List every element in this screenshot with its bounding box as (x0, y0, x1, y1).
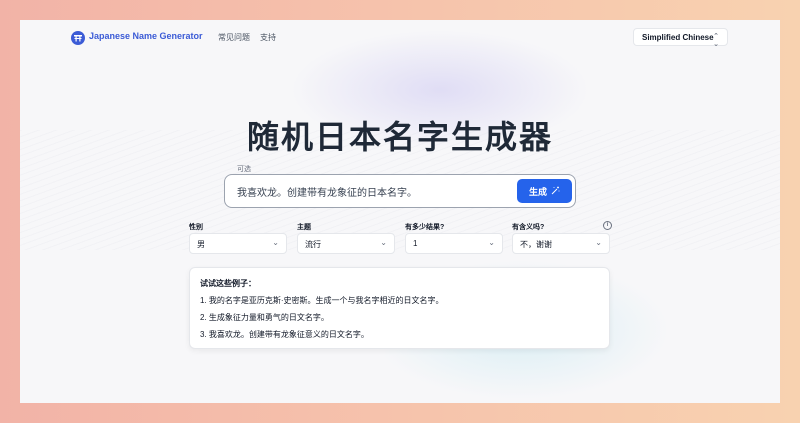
theme-value: 流行 (305, 240, 321, 249)
header: Japanese Name Generator 常见问题 支持 Simplifi… (20, 20, 780, 56)
chevron-down-icon: ⌄ (595, 238, 602, 247)
examples-title: 试试这些例子： (200, 279, 256, 288)
info-icon[interactable]: i (603, 221, 612, 230)
generate-label: 生成 (528, 186, 547, 197)
results-count-select[interactable]: 1 ⌄ (405, 233, 503, 254)
chevron-down-icon: ⌄ (488, 238, 495, 247)
meaning-label: 有含义吗? (512, 224, 545, 231)
prompt-input[interactable] (237, 183, 507, 199)
generate-button[interactable]: 生成 (517, 179, 572, 203)
gender-label: 性别 (189, 224, 203, 231)
app-name[interactable]: Japanese Name Generator (89, 31, 203, 41)
chevron-down-icon: ⌄ (272, 238, 279, 247)
theme-select[interactable]: 流行 ⌄ (297, 233, 395, 254)
theme-label: 主题 (297, 224, 311, 231)
prompt-box: 生成 (224, 174, 576, 208)
optional-label: 可选 (237, 166, 251, 173)
language-value: Simplified Chinese (642, 33, 714, 42)
magic-wand-icon (551, 186, 560, 197)
examples-card: 试试这些例子： 1. 我的名字是亚历克斯·史密斯。生成一个与我名字相近的日文名字… (189, 267, 610, 349)
results-count-value: 1 (413, 239, 418, 248)
gender-select[interactable]: 男 ⌄ (189, 233, 287, 254)
meaning-value: 不，谢谢 (520, 240, 552, 249)
app-window: Japanese Name Generator 常见问题 支持 Simplifi… (20, 20, 780, 403)
nav-faq-link[interactable]: 常见问题 (218, 32, 250, 43)
results-count-label: 有多少结果? (405, 224, 445, 231)
chevron-down-icon: ⌄ (380, 238, 387, 247)
gender-value: 男 (197, 240, 205, 249)
nav-support-link[interactable]: 支持 (260, 32, 276, 43)
meaning-select[interactable]: 不，谢谢 ⌄ (512, 233, 610, 254)
chevron-updown-icon: ⌃ ⌄ (713, 33, 719, 48)
example-item[interactable]: 1. 我的名字是亚历克斯·史密斯。生成一个与我名字相近的日文名字。 (200, 295, 444, 306)
example-item[interactable]: 3. 我喜欢龙。创建带有龙象征意义的日文名字。 (200, 329, 369, 340)
page-title: 随机日本名字生成器 (246, 119, 553, 155)
language-select[interactable]: Simplified Chinese ⌃ ⌄ (633, 28, 728, 48)
example-item[interactable]: 2. 生成象征力量和勇气的日文名字。 (200, 312, 329, 323)
logo-icon[interactable] (71, 31, 85, 45)
